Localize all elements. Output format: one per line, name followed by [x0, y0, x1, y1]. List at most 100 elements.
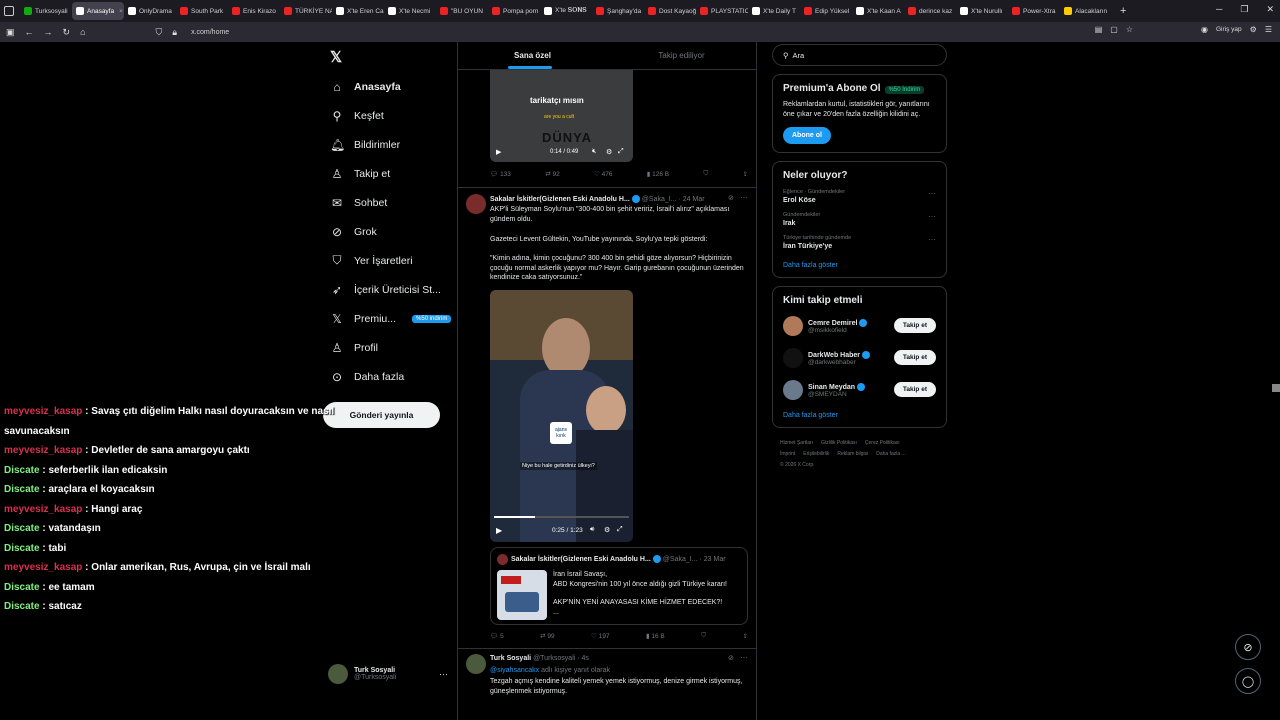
tab-list-icon[interactable] — [4, 6, 14, 16]
scrollbar-thumb[interactable] — [1272, 384, 1280, 392]
author-name[interactable]: Sakalar İskitler(Gizlenen Eski Anadolu H… — [490, 196, 630, 203]
search-box[interactable]: ⚲ Ara — [772, 44, 947, 66]
grok-icon[interactable]: ⊘ — [728, 194, 734, 202]
footer-link[interactable]: Gizlilik Politikası — [821, 440, 857, 446]
more-icon[interactable]: ··· — [928, 189, 936, 198]
footer-link[interactable]: Çerez Politikası — [865, 440, 900, 446]
browser-tab[interactable]: X'te Necmi — [384, 2, 436, 20]
footer-link[interactable]: Erişilebilirlik — [803, 451, 829, 457]
home-icon[interactable]: ⌂ — [80, 27, 85, 37]
footer-link[interactable]: Hizmet Şartları — [780, 440, 813, 446]
follow-button[interactable]: Takip et — [893, 318, 936, 333]
repost-button[interactable]: ⇄ 92 — [545, 170, 560, 178]
more-icon[interactable]: ··· — [740, 653, 748, 662]
maximize-icon[interactable]: ❐ — [1240, 4, 1248, 15]
account-switcher[interactable]: Turk Sosyali @Turksosyali ··· — [328, 664, 448, 684]
extensions-icon[interactable]: ⚙ — [1250, 25, 1257, 34]
tab-for-you[interactable]: Sana özel — [458, 42, 607, 69]
share-icon[interactable]: ⇪ — [743, 632, 748, 640]
author-handle[interactable]: @Saka_I... — [642, 196, 677, 203]
browser-tab[interactable]: X'te 𝐒𝐎𝐍𝐒 — [540, 2, 592, 20]
like-button[interactable]: ♡ 197 — [591, 632, 610, 640]
browser-tab[interactable]: PLAYSTATIC — [696, 2, 748, 20]
reply-button[interactable]: 💬︎ 133 — [490, 170, 511, 178]
footer-link[interactable]: İmprint — [780, 451, 795, 457]
fullscreen-icon[interactable]: ⤢ — [618, 148, 624, 156]
browser-tab[interactable]: OnlyDrama — [124, 2, 176, 20]
post-date[interactable]: · 4s — [577, 655, 589, 662]
nav-item[interactable]: ♙ Profil — [322, 333, 457, 362]
nav-item[interactable]: ➶ İçerik Üreticisi St... — [322, 275, 457, 304]
browser-tab[interactable]: Power-Xtra — [1008, 2, 1060, 20]
browser-tab[interactable]: Anasayfa × — [72, 2, 124, 20]
show-more-link[interactable]: Daha fazla göster — [783, 412, 936, 419]
nav-item[interactable]: ⊘ Grok — [322, 217, 457, 246]
pip-icon[interactable]: ▢ — [1110, 25, 1118, 34]
footer-link[interactable]: Daha fazla ... — [876, 451, 905, 457]
author-handle[interactable]: @Turksosyali — [533, 655, 575, 662]
star-icon[interactable]: ☆ — [1126, 25, 1133, 34]
quoted-post[interactable]: Sakalar İskitler(Gizlenen Eski Anadolu H… — [490, 547, 748, 625]
browser-tab[interactable]: Edip Yüksel — [800, 2, 852, 20]
browser-tab[interactable]: Enis Kirazo — [228, 2, 280, 20]
browser-tab[interactable]: Pompa porn — [488, 2, 540, 20]
url-input[interactable]: x.com/home — [191, 29, 229, 36]
trend-item[interactable]: Gündemdekiler Irak ··· — [783, 212, 936, 227]
views-button[interactable]: ▮ 126 B — [647, 170, 669, 178]
search-input[interactable]: Ara — [793, 51, 805, 60]
browser-tab[interactable]: X'te Daily T — [748, 2, 800, 20]
grok-icon[interactable]: ⊘ — [728, 654, 734, 662]
follow-suggestion[interactable]: Cemre Demirel @msikkofield Takip et — [783, 314, 936, 338]
nav-item[interactable]: 🔔︎ Bildirimler — [322, 130, 457, 159]
minimize-icon[interactable]: ─ — [1216, 4, 1222, 15]
video-player[interactable]: tarikatçı mısın are you a cult DÜNYA ▶ 0… — [490, 70, 633, 162]
browser-tab[interactable]: X'te Nurullı — [956, 2, 1008, 20]
close-tab-icon[interactable]: × — [119, 8, 123, 15]
volume-icon[interactable]: 🔊︎ — [590, 526, 594, 534]
settings-icon[interactable]: ⚙ — [604, 526, 610, 534]
more-icon[interactable]: ··· — [928, 235, 936, 244]
share-icon[interactable]: ⇪ — [743, 170, 748, 178]
reply-mention[interactable]: @siyahsancakx — [490, 667, 539, 674]
nav-item[interactable]: ♙ Takip et — [322, 159, 457, 188]
browser-tab[interactable]: Dost Kayaoğ — [644, 2, 696, 20]
bookmark-icon[interactable]: ⛉ — [701, 632, 706, 640]
nav-item[interactable]: ⚲ Keşfet — [322, 101, 457, 130]
tab-following[interactable]: Takip ediliyor — [607, 42, 756, 69]
show-more-link[interactable]: Daha fazla göster — [783, 262, 936, 269]
footer-link[interactable]: Reklam bilgisi — [837, 451, 868, 457]
bookmark-icon[interactable]: ⛉ — [703, 170, 708, 178]
browser-tab[interactable]: "BU OYUN — [436, 2, 488, 20]
forward-icon[interactable]: → — [44, 27, 53, 37]
follow-button[interactable]: Takip et — [893, 382, 936, 397]
browser-tab[interactable]: Şanghay'da — [592, 2, 644, 20]
fullscreen-icon[interactable]: ⤢ — [617, 526, 623, 534]
more-icon[interactable]: ··· — [740, 193, 748, 202]
more-icon[interactable]: ··· — [928, 212, 936, 221]
messages-fab-button[interactable]: ◯ — [1235, 668, 1261, 694]
author-name[interactable]: Turk Sosyali — [490, 655, 531, 662]
browser-tab[interactable]: X'te Eren Ca — [332, 2, 384, 20]
views-button[interactable]: ▮ 16 B — [646, 632, 665, 640]
nav-item[interactable]: ⌂ Anasayfa — [322, 72, 457, 101]
browser-tab[interactable]: X'te Kaan A — [852, 2, 904, 20]
x-logo-icon[interactable]: 𝕏 — [322, 42, 457, 72]
subscribe-button[interactable]: Abone ol — [783, 127, 831, 144]
browser-tab[interactable]: Alacakların — [1060, 2, 1112, 20]
menu-icon[interactable]: ☰ — [1265, 25, 1272, 34]
grok-fab-button[interactable]: ⊘ — [1235, 634, 1261, 660]
video-progress-track[interactable] — [494, 516, 629, 518]
mute-icon[interactable]: 🔇︎ — [592, 148, 596, 156]
settings-icon[interactable]: ⚙ — [606, 148, 612, 156]
repost-button[interactable]: ⇄ 99 — [540, 632, 555, 640]
nav-item[interactable]: ✉ Sohbet — [322, 188, 457, 217]
nav-item[interactable]: ⊙ Daha fazla — [322, 362, 457, 391]
follow-suggestion[interactable]: DarkWeb Haber @darkwebhaber Takip et — [783, 346, 936, 370]
like-button[interactable]: ♡ 476 — [594, 170, 613, 178]
close-icon[interactable]: ✕ — [1266, 4, 1274, 15]
browser-tab[interactable]: TÜRKİYE NA — [280, 2, 332, 20]
browser-tab[interactable]: Turksosyali — [20, 2, 72, 20]
avatar[interactable] — [466, 654, 486, 674]
video-player[interactable]: ajans kırık Niye bu hale getirdiniz ülke… — [490, 290, 633, 542]
back-icon[interactable]: ← — [25, 27, 34, 37]
